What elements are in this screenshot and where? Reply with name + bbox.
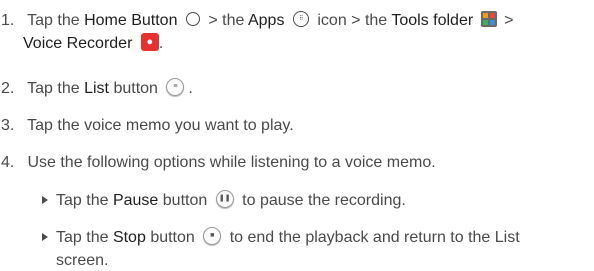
bullet-arrow-icon bbox=[42, 232, 48, 241]
step-1-continued: Voice Recorder ●. bbox=[0, 32, 594, 54]
step-text: > the bbox=[208, 12, 245, 29]
option-text: button bbox=[162, 192, 208, 209]
option-stop: Tap the Stop button ■ to end the playbac… bbox=[42, 226, 594, 248]
option-text: to pause the recording. bbox=[242, 192, 406, 209]
option-pause: Tap the Pause button ❚❚ to pause the rec… bbox=[42, 189, 594, 211]
instructions: 1. Tap the Home Button > the Apps ⠿ icon… bbox=[0, 0, 594, 269]
list-button-icon: ≡ bbox=[166, 77, 185, 96]
step-text: Tap the voice memo you want to play. bbox=[27, 117, 294, 134]
option-text: Tap the bbox=[56, 192, 109, 209]
tools-folder-label: Tools folder bbox=[391, 12, 474, 29]
apps-grid-icon: ⠿ bbox=[292, 10, 309, 27]
step-3: 3. Tap the voice memo you want to play. bbox=[0, 115, 594, 136]
home-circle-icon bbox=[185, 11, 200, 26]
step-text: > bbox=[504, 12, 514, 29]
step-text: Use the following options while listenin… bbox=[27, 154, 436, 171]
apps-label: Apps bbox=[247, 12, 285, 29]
step-4: 4. Use the following options while liste… bbox=[0, 152, 594, 173]
option-text: screen. bbox=[56, 252, 109, 269]
voice-recorder-icon: ● bbox=[140, 32, 159, 51]
step-text: Tap the bbox=[27, 80, 80, 97]
home-button-label: Home Button bbox=[84, 12, 178, 29]
step-text: > the bbox=[351, 12, 388, 29]
option-stop-continued: screen. bbox=[56, 250, 594, 271]
step-1: 1. Tap the Home Button > the Apps ⠿ icon… bbox=[0, 10, 594, 31]
pause-label: Pause bbox=[112, 192, 159, 209]
step-number: 4. bbox=[1, 154, 15, 171]
step-number: 2. bbox=[1, 80, 15, 97]
step-number: 3. bbox=[1, 117, 15, 134]
option-text: Tap the bbox=[56, 229, 109, 246]
step-2: 2. Tap the List button ≡. bbox=[0, 77, 594, 99]
stop-label: Stop bbox=[112, 229, 146, 246]
list-label: List bbox=[84, 80, 109, 97]
step-text: icon bbox=[317, 12, 347, 29]
option-text: to end the playback and return to the Li… bbox=[229, 229, 520, 246]
stop-button-icon: ■ bbox=[203, 226, 222, 245]
bullet-arrow-icon bbox=[42, 195, 48, 204]
step-text: Tap the bbox=[27, 12, 80, 29]
tools-folder-icon bbox=[480, 10, 497, 27]
step-text: . bbox=[158, 35, 164, 52]
step-text: . bbox=[188, 80, 193, 97]
voice-recorder-label: Voice Recorder bbox=[23, 35, 133, 52]
pause-button-icon: ❚❚ bbox=[215, 189, 234, 208]
step-number: 1. bbox=[1, 12, 15, 29]
option-text: button bbox=[150, 229, 195, 246]
step-text: button bbox=[113, 80, 158, 97]
